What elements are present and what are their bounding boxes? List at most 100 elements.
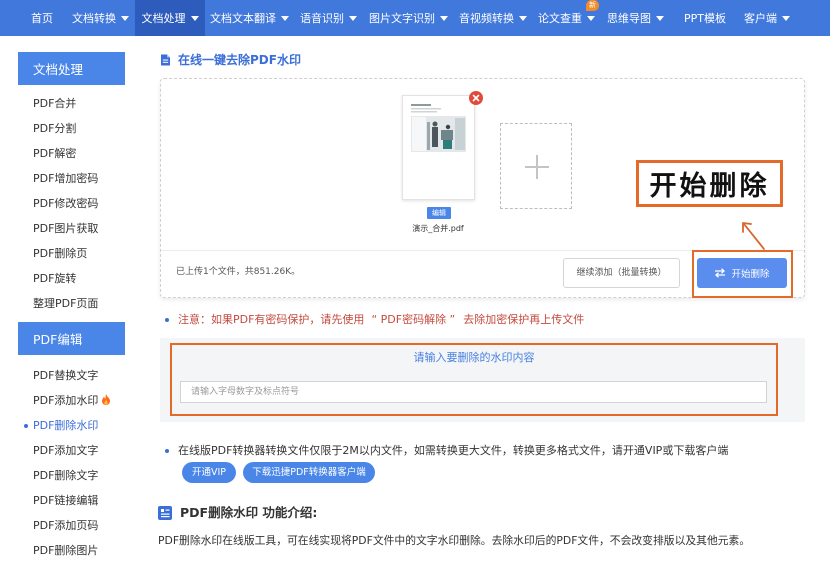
sidebar-item-label: PDF删除页 — [33, 247, 88, 260]
nav-item-label: 论文查重 — [538, 12, 582, 25]
sidebar-item-pdf-split[interactable]: PDF分割 — [18, 116, 143, 141]
nav-item-label: 文档转换 — [72, 12, 116, 25]
download-client-button[interactable]: 下载迅捷PDF转换器客户端 — [243, 462, 375, 483]
sidebar-item-label: PDF添加页码 — [33, 519, 99, 532]
nav-item-label: 文档文本翻译 — [210, 12, 276, 25]
start-remove-label: 开始删除 — [731, 269, 770, 280]
arrow-icon — [742, 222, 765, 250]
caret-down-icon — [281, 15, 289, 21]
nav-item-doc-convert[interactable]: 文档转换 — [72, 0, 129, 36]
nav-item-ppt-template[interactable]: PPT模板 — [684, 0, 726, 36]
password-notice: 注意：如果PDF有密码保护，请先使用 “ PDF密码解除 ” 去除加密保护再上传文件 — [178, 312, 584, 328]
add-file-button[interactable] — [500, 123, 572, 209]
sidebar-item-pdf-decrypt[interactable]: PDF解密 — [18, 141, 143, 166]
file-thumbnail[interactable] — [402, 95, 475, 200]
annotation-callout: 开始删除 — [636, 160, 783, 207]
caret-down-icon — [587, 15, 595, 21]
nav-item-mind-map[interactable]: 思维导图 — [607, 0, 664, 36]
add-more-button[interactable]: 继续添加（批量转换） — [563, 258, 680, 288]
sidebar-item-pdf-extract-images[interactable]: PDF图片获取 — [18, 216, 143, 241]
edit-file-button[interactable]: 编辑 — [427, 207, 451, 219]
feature-intro-icon — [158, 506, 172, 520]
sidebar-item-pdf-add-password[interactable]: PDF增加密码 — [18, 166, 143, 191]
caret-down-icon — [190, 15, 199, 21]
nav-item-label: 客户端 — [744, 12, 777, 25]
file-name: 演示_合并.pdf — [412, 224, 464, 233]
feature-intro-heading: PDF删除水印 功能介绍: — [180, 505, 318, 520]
sidebar-item-pdf-replace-text[interactable]: PDF替换文字 — [18, 363, 143, 388]
bullet-icon — [165, 449, 169, 453]
notice-text: 去除加密保护再上传文件 — [463, 313, 585, 326]
nav-item-plagiarism-check[interactable]: 论文查重 新 — [538, 0, 599, 36]
nav-item-label: 图片文字识别 — [369, 12, 435, 25]
watermark-panel: 请输入要删除的水印内容 — [160, 338, 805, 422]
sidebar-item-label: PDF链接编辑 — [33, 494, 99, 507]
bullet-icon — [165, 318, 169, 322]
feature-intro-text: PDF删除水印在线版工具，可在线实现将PDF文件中的文字水印删除。去除水印后的P… — [158, 534, 751, 547]
sidebar-item-label: 整理PDF页面 — [33, 297, 99, 310]
sidebar-item-pdf-change-password[interactable]: PDF修改密码 — [18, 191, 143, 216]
sidebar-item-pdf-add-watermark[interactable]: PDF添加水印 — [18, 388, 143, 413]
nav-item-av-convert[interactable]: 音视频转换 — [459, 0, 527, 36]
sidebar-item-label: PDF旋转 — [33, 272, 77, 285]
nav-item-label: 语音识别 — [300, 12, 344, 25]
nav-item-image-ocr[interactable]: 图片文字识别 — [369, 0, 448, 36]
nav-item-label: PPT模板 — [684, 12, 726, 25]
document-icon — [161, 54, 170, 66]
sidebar-list-pdf-edit: PDF替换文字 PDF添加水印 PDF删除水印 PDF添加文字 PDF删除文字 … — [18, 363, 143, 563]
nav-item-doc-translate[interactable]: 文档文本翻译 — [210, 0, 289, 36]
sidebar-item-label: PDF修改密码 — [33, 197, 99, 210]
sidebar-item-label: PDF删除图片 — [33, 544, 99, 557]
nav-item-label: 音视频转换 — [459, 12, 514, 25]
plus-icon — [525, 155, 549, 179]
swap-icon — [715, 268, 726, 278]
sidebar-item-organize-pages[interactable]: 整理PDF页面 — [18, 291, 143, 316]
nav-item-client[interactable]: 客户端 — [744, 0, 790, 36]
password-unlock-link[interactable]: “ PDF密码解除 ” — [371, 313, 455, 326]
new-badge: 新 — [586, 0, 599, 11]
caret-down-icon — [519, 15, 527, 21]
start-remove-button[interactable]: 开始删除 — [697, 258, 787, 288]
nav-item-speech-recognition[interactable]: 语音识别 — [300, 0, 357, 36]
sidebar-item-label: PDF添加文字 — [33, 444, 99, 457]
sidebar-item-pdf-merge[interactable]: PDF合并 — [18, 91, 143, 116]
sidebar-item-label: PDF删除水印 — [33, 419, 99, 432]
sidebar-item-pdf-remove-watermark[interactable]: PDF删除水印 — [18, 413, 143, 438]
sidebar-item-label: PDF替换文字 — [33, 369, 99, 382]
watermark-input[interactable] — [180, 381, 767, 403]
size-limit-notice: 在线版PDF转换器转换文件仅限于2M以内文件，如需转换更大文件，转换更多格式文件… — [178, 444, 729, 457]
nav-item-label: 首页 — [31, 12, 53, 25]
annotation-label: 开始删除 — [649, 171, 770, 202]
notice-text: 注意：如果PDF有密码保护，请先使用 — [178, 313, 365, 326]
sidebar-item-pdf-rotate[interactable]: PDF旋转 — [18, 266, 143, 291]
sidebar-item-pdf-add-text[interactable]: PDF添加文字 — [18, 438, 143, 463]
sidebar-item-pdf-delete-text[interactable]: PDF删除文字 — [18, 463, 143, 488]
sidebar-item-label: PDF合并 — [33, 97, 77, 110]
nav-item-home[interactable]: 首页 — [31, 0, 53, 36]
highlight-frame: 请输入要删除的水印内容 — [170, 343, 778, 416]
sidebar-item-label: PDF解密 — [33, 147, 77, 160]
sidebar-item-pdf-add-page-numbers[interactable]: PDF添加页码 — [18, 513, 143, 538]
caret-down-icon — [656, 15, 664, 21]
fire-icon — [102, 394, 111, 405]
watermark-title: 请输入要删除的水印内容 — [413, 351, 535, 364]
open-vip-button[interactable]: 开通VIP — [182, 462, 236, 483]
caret-down-icon — [349, 15, 357, 21]
nav-item-label: 文档处理 — [141, 12, 186, 25]
active-bullet-icon — [24, 424, 28, 428]
sidebar-item-pdf-delete-images[interactable]: PDF删除图片 — [18, 538, 143, 563]
sidebar-item-label: PDF删除文字 — [33, 469, 99, 482]
sidebar-item-label: PDF添加水印 — [33, 394, 99, 407]
nav-item-label: 思维导图 — [607, 12, 651, 25]
sidebar-item-pdf-edit-links[interactable]: PDF链接编辑 — [18, 488, 143, 513]
sidebar-section-title: 文档处理 — [18, 52, 125, 85]
sidebar-item-label: PDF增加密码 — [33, 172, 99, 185]
upload-status: 已上传1个文件，共851.26K。 — [176, 267, 301, 277]
sidebar-list-doc-process: PDF合并 PDF分割 PDF解密 PDF增加密码 PDF修改密码 PDF图片获… — [18, 91, 143, 316]
caret-down-icon — [440, 15, 448, 21]
page-title: 在线一键去除PDF水印 — [178, 53, 301, 67]
sidebar-item-label: PDF分割 — [33, 122, 77, 135]
sidebar-item-pdf-delete-pages[interactable]: PDF删除页 — [18, 241, 143, 266]
nav-item-doc-process[interactable]: 文档处理 — [135, 0, 205, 36]
remove-file-button[interactable] — [469, 90, 483, 105]
